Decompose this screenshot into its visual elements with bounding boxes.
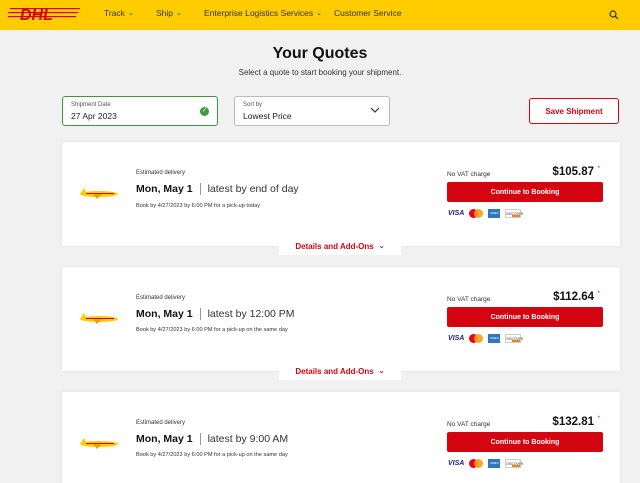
delivery-date: Mon, May 1 <box>136 308 193 320</box>
quote-price: $105.87 <box>552 166 594 178</box>
continue-to-booking-button[interactable]: Continue to Booking <box>447 182 603 202</box>
nav-track-label: Track <box>104 8 125 18</box>
vat-label: No VAT charge <box>447 171 491 178</box>
chevron-down-icon: ⌄ <box>176 10 182 17</box>
search-icon[interactable] <box>608 9 620 21</box>
quote-price: $112.64 <box>553 291 594 303</box>
details-and-addons-toggle[interactable]: Details and Add-Ons ⌄ <box>279 237 401 255</box>
nav-ship[interactable]: Ship ⌄ <box>156 8 182 18</box>
svg-text:DHL: DHL <box>20 7 53 23</box>
page-title: Your Quotes <box>272 45 368 62</box>
continue-to-booking-button[interactable]: Continue to Booking <box>447 307 603 327</box>
quote-card: Estimated delivery Mon, May 1 latest by … <box>62 267 620 371</box>
estimated-delivery-label: Estimated delivery <box>136 295 186 301</box>
chevron-down-icon <box>370 107 380 113</box>
quote-price: $132.81 <box>552 416 594 428</box>
sort-by-select[interactable]: Sort by Lowest Price <box>234 96 390 126</box>
mastercard-icon <box>469 209 484 218</box>
delivery-latest: latest by 12:00 PM <box>207 308 295 320</box>
chevron-double-down-icon: ⌄ <box>378 368 385 375</box>
continue-to-booking-button[interactable]: Continue to Booking <box>447 432 603 452</box>
nav-customer-service[interactable]: Customer Service <box>334 8 402 18</box>
quote-card: Estimated delivery Mon, May 1 latest by … <box>62 142 620 246</box>
vat-label: No VAT charge <box>447 296 491 303</box>
delivery-date-row: Mon, May 1 latest by 12:00 PM <box>136 308 295 320</box>
details-and-addons-toggle[interactable]: Details and Add-Ons ⌄ <box>279 362 401 380</box>
check-circle-icon: ✓ <box>200 107 209 116</box>
visa-icon: VISA <box>448 335 465 342</box>
visa-icon: VISA <box>448 210 465 217</box>
payment-methods: VISA AMEX DISCOVER <box>448 334 523 343</box>
chevron-down-icon: ⌄ <box>316 10 323 17</box>
quote-card: Estimated delivery Mon, May 1 latest by … <box>62 392 620 483</box>
delivery-latest: latest by 9:00 AM <box>207 433 289 445</box>
estimated-delivery-label: Estimated delivery <box>136 420 186 426</box>
book-by-text: Book by 4/27/2023 by 6:00 PM for a pick-… <box>136 327 288 333</box>
divider <box>199 308 201 320</box>
delivery-date: Mon, May 1 <box>136 183 193 195</box>
mastercard-icon <box>469 334 484 343</box>
amex-icon: AMEX <box>488 209 501 218</box>
mastercard-icon <box>469 459 484 468</box>
book-by-text: Book by 4/27/2023 by 6:00 PM for a pick-… <box>136 203 261 209</box>
shipment-date-value: 27 Apr 2023 <box>71 111 117 121</box>
top-nav-bar: DHL Track ⌄ Ship ⌄ Enterprise Logistics … <box>0 0 640 30</box>
plane-icon <box>80 313 118 324</box>
plane-icon <box>80 438 118 449</box>
delivery-date-row: Mon, May 1 latest by end of day <box>136 183 299 195</box>
price-footnote-star: * <box>597 166 600 172</box>
divider <box>199 433 201 445</box>
discover-icon: DISCOVER <box>505 209 523 218</box>
payment-methods: VISA AMEX DISCOVER <box>448 459 523 468</box>
delivery-latest: latest by end of day <box>207 183 299 195</box>
discover-icon: DISCOVER <box>505 334 523 343</box>
divider <box>199 183 201 195</box>
save-shipment-button[interactable]: Save Shipment <box>529 98 619 124</box>
delivery-date-row: Mon, May 1 latest by 9:00 AM <box>136 433 288 445</box>
nav-enterprise-logistics[interactable]: Enterprise Logistics Services ⌄ <box>204 8 322 18</box>
delivery-date: Mon, May 1 <box>136 433 193 445</box>
shipment-date-label: Shipment Date <box>71 102 111 108</box>
nav-ship-label: Ship <box>156 8 174 18</box>
details-and-addons-label: Details and Add-Ons <box>295 366 374 376</box>
details-and-addons-label: Details and Add-Ons <box>295 241 374 251</box>
nav-track[interactable]: Track ⌄ <box>104 8 134 18</box>
discover-icon: DISCOVER <box>505 459 523 468</box>
vat-label: No VAT charge <box>447 421 491 428</box>
payment-methods: VISA AMEX DISCOVER <box>448 209 523 218</box>
estimated-delivery-label: Estimated delivery <box>136 170 186 176</box>
shipment-date-field[interactable]: Shipment Date 27 Apr 2023 ✓ <box>62 96 218 126</box>
chevron-down-icon: ⌄ <box>127 10 134 17</box>
plane-icon <box>80 188 118 199</box>
amex-icon: AMEX <box>488 334 501 343</box>
page-subtitle: Select a quote to start booking your shi… <box>238 68 402 77</box>
price-footnote-star: * <box>597 416 600 422</box>
amex-icon: AMEX <box>488 459 501 468</box>
nav-enterprise-label: Enterprise Logistics Services <box>204 8 314 18</box>
book-by-text: Book by 4/27/2023 by 6:00 PM for a pick-… <box>136 452 288 458</box>
visa-icon: VISA <box>448 460 465 467</box>
nav-customer-service-label: Customer Service <box>334 8 402 18</box>
price-footnote-star: * <box>597 291 600 297</box>
chevron-double-down-icon: ⌄ <box>378 243 385 250</box>
sort-by-value: Lowest Price <box>243 111 292 121</box>
dhl-logo[interactable]: DHL <box>8 5 92 23</box>
sort-by-label: Sort by <box>243 102 263 108</box>
